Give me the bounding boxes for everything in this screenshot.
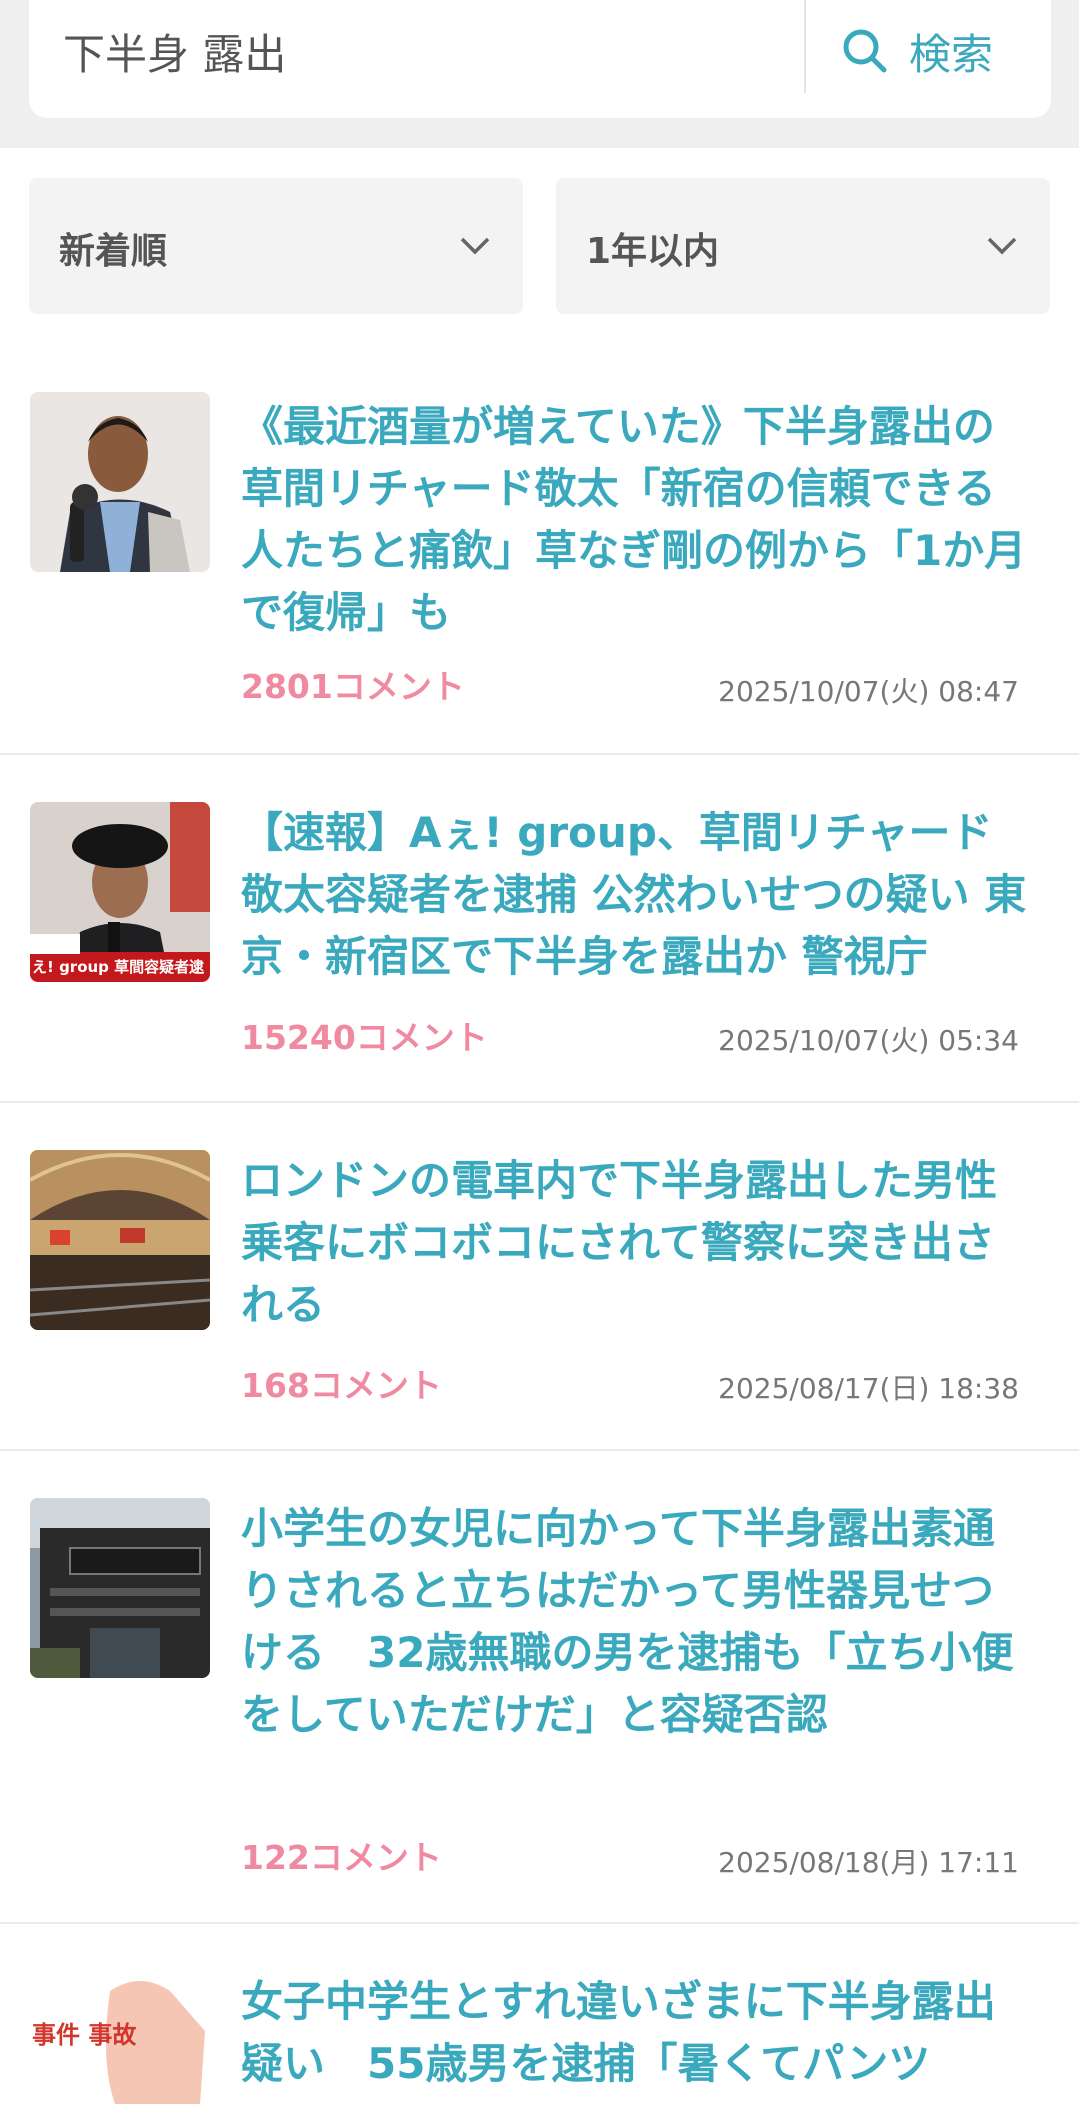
comment-count: 2801コメント bbox=[241, 667, 465, 706]
search-area: 検索 bbox=[0, 0, 1079, 148]
article-thumbnail: 事件 事故 bbox=[30, 1971, 210, 2104]
article-date: 2025/08/17(日) 18:38 bbox=[718, 1372, 1019, 1405]
article-thumbnail bbox=[30, 1150, 210, 1330]
thumbnail-caption: 事件 事故 bbox=[32, 2021, 137, 2049]
sort-select[interactable]: 新着順 bbox=[29, 178, 523, 314]
search-box: 検索 bbox=[29, 0, 1051, 118]
sort-label: 新着順 bbox=[59, 231, 168, 272]
article-title[interactable]: ロンドンの電車内で下半身露出した男性 乗客にボコボコにされて警察に突き出される bbox=[241, 1150, 1039, 1336]
article-item[interactable]: ロンドンの電車内で下半身露出した男性 乗客にボコボコにされて警察に突き出される … bbox=[0, 1103, 1079, 1451]
search-divider bbox=[804, 0, 806, 93]
period-select[interactable]: 1年以内 bbox=[556, 178, 1050, 314]
article-date: 2025/10/07(火) 08:47 bbox=[718, 675, 1019, 708]
article-date: 2025/08/18(月) 17:11 bbox=[718, 1846, 1019, 1879]
comment-count: 122コメント bbox=[241, 1838, 442, 1877]
article-date: 2025/10/07(火) 05:34 bbox=[718, 1024, 1019, 1057]
thumbnail-caption: え! group 草間容疑者逮 bbox=[32, 958, 205, 976]
article-item[interactable]: 《最近酒量が増えていた》下半身露出の草間リチャード敬太「新宿の信頼できる人たちと… bbox=[0, 362, 1079, 755]
search-button-label: 検索 bbox=[909, 29, 994, 79]
search-input[interactable] bbox=[63, 16, 803, 86]
article-thumbnail: え! group 草間容疑者逮 bbox=[30, 802, 210, 982]
comment-count: 168コメント bbox=[241, 1366, 442, 1405]
article-title[interactable]: 小学生の女児に向かって下半身露出素通りされると立ちはだかって男性器見せつける 3… bbox=[241, 1498, 1031, 1746]
article-item[interactable]: え! group 草間容疑者逮 【速報】Aぇ! group、草間リチャード敬太容… bbox=[0, 755, 1079, 1103]
search-icon bbox=[843, 29, 887, 73]
article-item[interactable]: 事件 事故 女子中学生とすれ違いざまに下半身露出疑い 55歳男を逮捕「暑くてパン… bbox=[0, 1924, 1079, 2104]
chevron-down-icon bbox=[987, 237, 1017, 255]
article-item[interactable]: 小学生の女児に向かって下半身露出素通りされると立ちはだかって男性器見せつける 3… bbox=[0, 1451, 1079, 1924]
chevron-down-icon bbox=[460, 237, 490, 255]
search-button[interactable]: 検索 bbox=[841, 16, 993, 86]
comment-count: 15240コメント bbox=[241, 1018, 488, 1057]
period-label: 1年以内 bbox=[586, 231, 720, 272]
article-title[interactable]: 【速報】Aぇ! group、草間リチャード敬太容疑者を逮捕 公然わいせつの疑い … bbox=[241, 802, 1031, 988]
article-thumbnail bbox=[30, 392, 210, 572]
article-thumbnail bbox=[30, 1498, 210, 1678]
article-title[interactable]: 《最近酒量が増えていた》下半身露出の草間リチャード敬太「新宿の信頼できる人たちと… bbox=[241, 396, 1031, 644]
article-title[interactable]: 女子中学生とすれ違いざまに下半身露出疑い 55歳男を逮捕「暑くてパンツ bbox=[241, 1971, 1031, 2095]
